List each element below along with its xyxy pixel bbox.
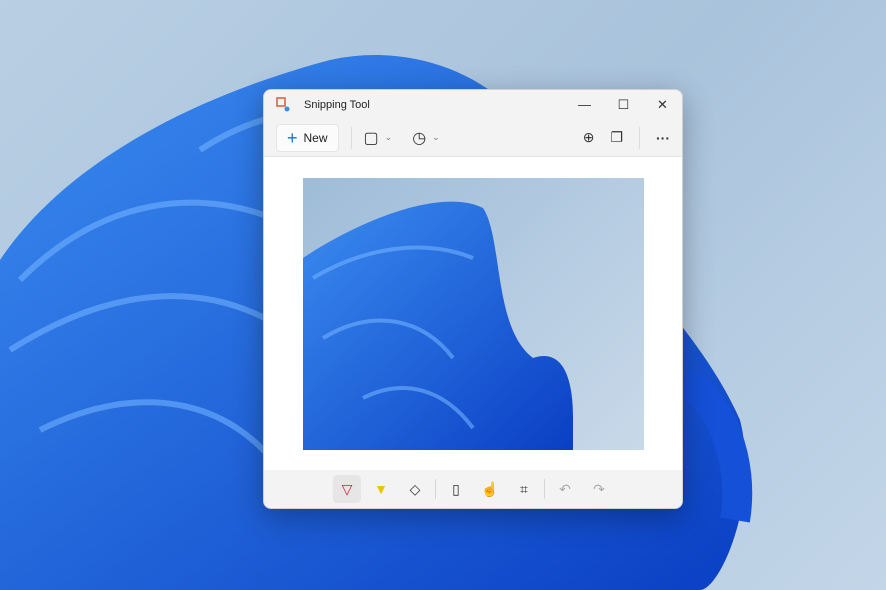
clock-icon: ◷ [412,129,427,147]
snipping-tool-logo-icon [276,96,290,111]
plus-icon: + [287,127,298,148]
delay-dropdown[interactable]: ◷ ⌄ [412,128,440,148]
redo-button[interactable]: ↷ [585,475,613,503]
highlighter-button[interactable]: ▼ [367,475,395,503]
maximize-button[interactable]: ☐ [604,97,643,113]
zoom-in-icon[interactable]: ⊕ [583,129,595,146]
crop-button[interactable]: ⌗ [510,475,538,503]
divider [544,479,545,499]
rectangle-snip-icon: ▢ [363,129,379,147]
snipping-tool-window: Snipping Tool — ☐ ✕ + New ▢ ⌄ ◷ ⌄ ⊕ ❐ ··· ▽… [263,89,683,509]
snip-mode-dropdown[interactable]: ▢ ⌄ [364,128,393,148]
touch-writing-button[interactable]: ☝ [476,475,504,503]
ballpoint-pen-button[interactable]: ▽ [333,475,361,503]
more-options-button[interactable]: ··· [656,130,670,146]
close-button[interactable]: ✕ [643,97,682,113]
captured-wallpaper-image [303,201,573,450]
undo-button[interactable]: ↶ [551,475,579,503]
new-snip-button[interactable]: + New [276,123,339,152]
divider [350,126,352,149]
new-label: New [303,130,328,145]
chevron-down-icon: ⌄ [384,132,393,142]
markup-toolbar: ▽ ▼ ◇ ▯ ☝ ⌗ ↶ ↷ [264,470,682,508]
minimize-button[interactable]: — [565,97,604,113]
window-title: Snipping Tool [304,98,370,111]
chevron-down-icon: ⌄ [432,132,440,142]
toolbar: + New ▢ ⌄ ◷ ⌄ ⊕ ❐ ··· [264,119,682,157]
copy-icon[interactable]: ❐ [610,129,623,146]
ruler-button[interactable]: ▯ [442,475,470,503]
captured-screenshot [303,178,644,450]
title-bar: Snipping Tool — ☐ ✕ [264,90,682,119]
snip-canvas [264,157,682,471]
divider [639,126,640,149]
eraser-button[interactable]: ◇ [401,475,429,503]
divider [435,479,436,499]
